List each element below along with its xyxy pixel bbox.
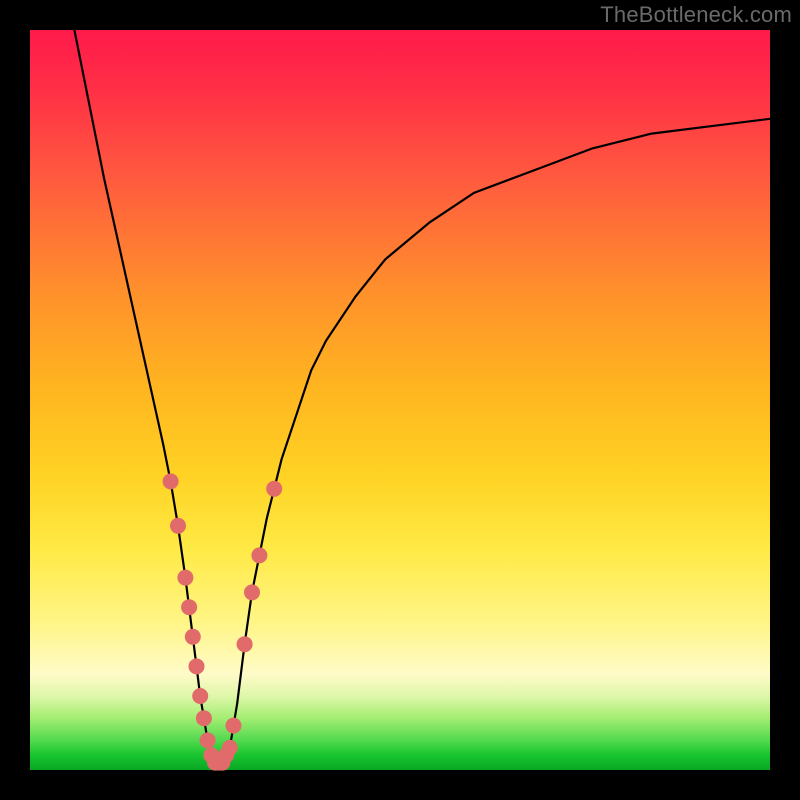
chart-container: TheBottleneck.com [0, 0, 800, 800]
curve-layer [30, 30, 770, 770]
curve-marker [185, 629, 201, 645]
curve-marker [222, 740, 238, 756]
watermark: TheBottleneck.com [600, 2, 792, 28]
curve-marker [200, 732, 216, 748]
curve-marker [189, 658, 205, 674]
curve-marker [266, 481, 282, 497]
curve-marker [192, 688, 208, 704]
curve-marker [181, 599, 197, 615]
curve-marker [226, 718, 242, 734]
plot-area [30, 30, 770, 770]
curve-marker [251, 547, 267, 563]
curve-marker [170, 518, 186, 534]
marker-group [163, 473, 283, 770]
curve-marker [163, 473, 179, 489]
curve-marker [177, 570, 193, 586]
bottleneck-curve [74, 30, 770, 763]
curve-marker [237, 636, 253, 652]
curve-marker [244, 584, 260, 600]
curve-marker [196, 710, 212, 726]
